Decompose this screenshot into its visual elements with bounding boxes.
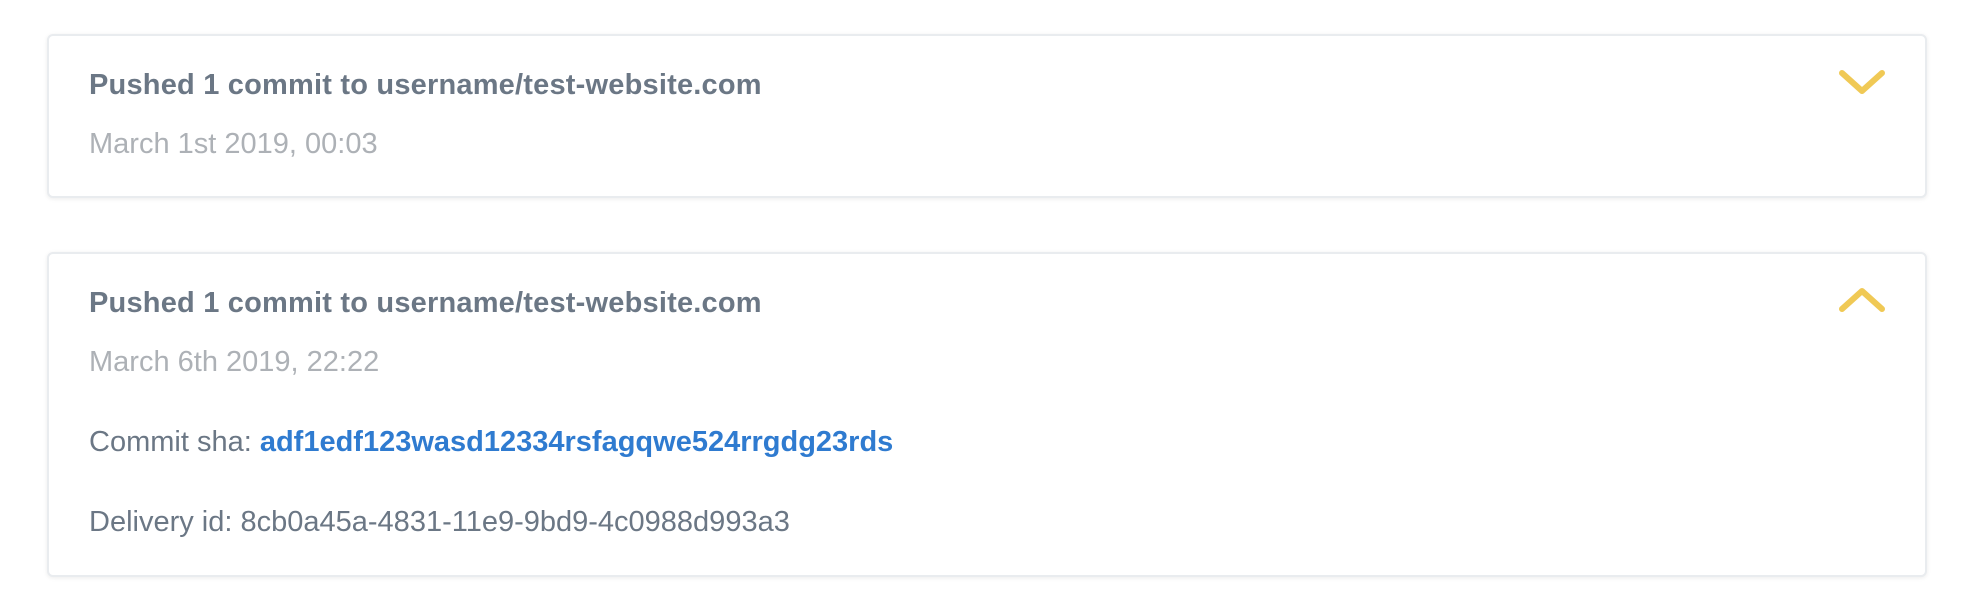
commit-sha-label: Commit sha:: [89, 426, 260, 458]
event-date: March 1st 2019, 00:03: [89, 128, 378, 160]
commit-sha-link[interactable]: adf1edf123wasd12334rsfagqwe524rrgdg23rds: [260, 426, 893, 458]
expand-toggle-button[interactable]: [1835, 62, 1889, 102]
chevron-down-icon: [1839, 70, 1885, 94]
chevron-up-icon: [1839, 288, 1885, 312]
event-card: Pushed 1 commit to username/test-website…: [47, 34, 1927, 198]
delivery-id-label: Delivery id:: [89, 506, 241, 538]
event-date: March 6th 2019, 22:22: [89, 346, 380, 378]
event-title: Pushed 1 commit to username/test-website…: [89, 69, 762, 101]
delivery-id-value: 8cb0a45a-4831-11e9-9bd9-4c0988d993a3: [240, 506, 790, 538]
event-card: Pushed 1 commit to username/test-website…: [47, 252, 1927, 577]
commit-sha-row: Commit sha: adf1edf123wasd12334rsfagqwe5…: [89, 426, 893, 459]
event-title: Pushed 1 commit to username/test-website…: [89, 287, 762, 319]
delivery-id-row: Delivery id: 8cb0a45a-4831-11e9-9bd9-4c0…: [89, 506, 790, 539]
collapse-toggle-button[interactable]: [1835, 280, 1889, 320]
